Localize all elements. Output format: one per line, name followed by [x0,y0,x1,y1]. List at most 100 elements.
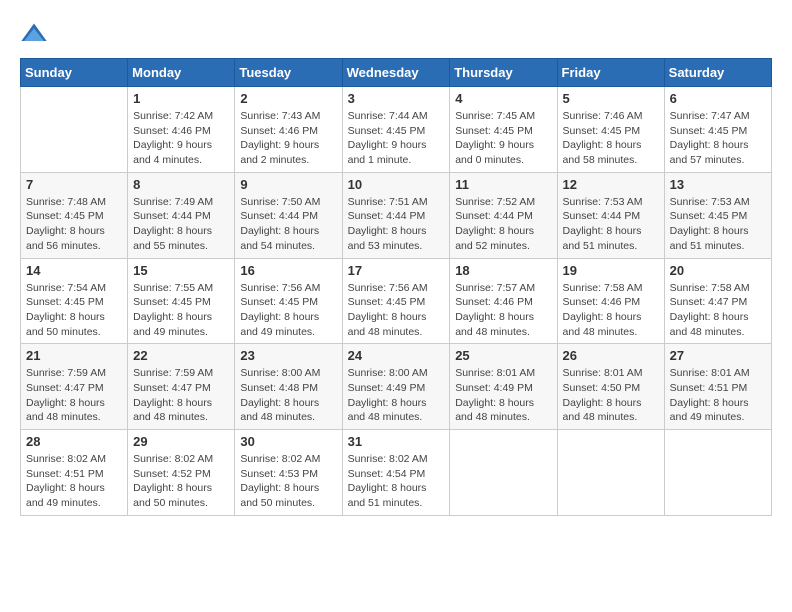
day-number: 4 [455,91,551,106]
logo [20,20,52,48]
day-number: 8 [133,177,229,192]
calendar-cell: 31 Sunrise: 8:02 AMSunset: 4:54 PMDayligh… [342,430,450,516]
calendar-cell: 6 Sunrise: 7:47 AMSunset: 4:45 PMDaylight… [664,87,771,173]
weekday-header-sunday: Sunday [21,59,128,87]
calendar-body: 1 Sunrise: 7:42 AMSunset: 4:46 PMDaylight… [21,87,772,516]
calendar-cell [664,430,771,516]
calendar-cell: 9Sunrise: 7:50 AMSunset: 4:44 PMDaylight… [235,172,342,258]
calendar-cell: 17 Sunrise: 7:56 AMSunset: 4:45 PMDayligh… [342,258,450,344]
day-number: 1 [133,91,229,106]
calendar-cell [21,87,128,173]
weekday-header-friday: Friday [557,59,664,87]
day-info: Sunrise: 7:52 AMSunset: 4:44 PMDaylight:… [455,195,551,254]
day-number: 20 [670,263,766,278]
calendar: SundayMondayTuesdayWednesdayThursdayFrid… [20,58,772,516]
day-number: 3 [348,91,445,106]
day-number: 5 [563,91,659,106]
day-number: 21 [26,348,122,363]
day-info: Sunrise: 7:58 AMSunset: 4:47 PMDaylight:… [670,281,766,340]
calendar-cell: 21 Sunrise: 7:59 AMSunset: 4:47 PMDayligh… [21,344,128,430]
calendar-cell: 1 Sunrise: 7:42 AMSunset: 4:46 PMDaylight… [128,87,235,173]
day-number: 19 [563,263,659,278]
calendar-cell: 10 Sunrise: 7:51 AMSunset: 4:44 PMDayligh… [342,172,450,258]
calendar-cell: 22 Sunrise: 7:59 AMSunset: 4:47 PMDayligh… [128,344,235,430]
calendar-cell: 2Sunrise: 7:43 AMSunset: 4:46 PMDaylight… [235,87,342,173]
day-info: Sunrise: 8:02 AMSunset: 4:51 PMDaylight:… [26,452,122,511]
day-info: Sunrise: 7:53 AMSunset: 4:44 PMDaylight:… [563,195,659,254]
calendar-cell: 14 Sunrise: 7:54 AMSunset: 4:45 PMDayligh… [21,258,128,344]
calendar-cell: 23 Sunrise: 8:00 AMSunset: 4:48 PMDayligh… [235,344,342,430]
day-info: Sunrise: 7:59 AMSunset: 4:47 PMDaylight:… [26,366,122,425]
calendar-cell: 30Sunrise: 8:02 AMSunset: 4:53 PMDayligh… [235,430,342,516]
calendar-week-2: 7 Sunrise: 7:48 AMSunset: 4:45 PMDaylight… [21,172,772,258]
day-info: Sunrise: 8:01 AMSunset: 4:49 PMDaylight:… [455,366,551,425]
day-info: Sunrise: 7:51 AMSunset: 4:44 PMDaylight:… [348,195,445,254]
day-info: Sunrise: 7:55 AMSunset: 4:45 PMDaylight:… [133,281,229,340]
weekday-header-monday: Monday [128,59,235,87]
day-info: Sunrise: 7:45 AMSunset: 4:45 PMDaylight:… [455,109,551,168]
day-info: Sunrise: 8:02 AMSunset: 4:54 PMDaylight:… [348,452,445,511]
day-number: 6 [670,91,766,106]
day-number: 7 [26,177,122,192]
calendar-cell: 19 Sunrise: 7:58 AMSunset: 4:46 PMDayligh… [557,258,664,344]
day-number: 15 [133,263,229,278]
calendar-cell: 26Sunrise: 8:01 AMSunset: 4:50 PMDayligh… [557,344,664,430]
weekday-header-tuesday: Tuesday [235,59,342,87]
calendar-cell: 18Sunrise: 7:57 AMSunset: 4:46 PMDayligh… [450,258,557,344]
day-info: Sunrise: 7:58 AMSunset: 4:46 PMDaylight:… [563,281,659,340]
day-info: Sunrise: 8:01 AMSunset: 4:50 PMDaylight:… [563,366,659,425]
day-info: Sunrise: 7:43 AMSunset: 4:46 PMDaylight:… [240,109,336,168]
calendar-cell: 16 Sunrise: 7:56 AMSunset: 4:45 PMDayligh… [235,258,342,344]
day-number: 12 [563,177,659,192]
calendar-header: SundayMondayTuesdayWednesdayThursdayFrid… [21,59,772,87]
day-number: 18 [455,263,551,278]
day-number: 31 [348,434,445,449]
day-info: Sunrise: 8:00 AMSunset: 4:48 PMDaylight:… [240,366,336,425]
calendar-cell: 13Sunrise: 7:53 AMSunset: 4:45 PMDayligh… [664,172,771,258]
calendar-week-4: 21 Sunrise: 7:59 AMSunset: 4:47 PMDayligh… [21,344,772,430]
day-number: 24 [348,348,445,363]
day-info: Sunrise: 7:48 AMSunset: 4:45 PMDaylight:… [26,195,122,254]
calendar-cell [557,430,664,516]
day-info: Sunrise: 7:46 AMSunset: 4:45 PMDaylight:… [563,109,659,168]
calendar-cell: 12 Sunrise: 7:53 AMSunset: 4:44 PMDayligh… [557,172,664,258]
day-number: 28 [26,434,122,449]
day-info: Sunrise: 7:53 AMSunset: 4:45 PMDaylight:… [670,195,766,254]
day-number: 16 [240,263,336,278]
day-info: Sunrise: 8:02 AMSunset: 4:53 PMDaylight:… [240,452,336,511]
day-info: Sunrise: 7:50 AMSunset: 4:44 PMDaylight:… [240,195,336,254]
day-number: 22 [133,348,229,363]
calendar-week-3: 14 Sunrise: 7:54 AMSunset: 4:45 PMDayligh… [21,258,772,344]
calendar-cell: 29 Sunrise: 8:02 AMSunset: 4:52 PMDayligh… [128,430,235,516]
calendar-cell: 15 Sunrise: 7:55 AMSunset: 4:45 PMDayligh… [128,258,235,344]
day-number: 14 [26,263,122,278]
day-info: Sunrise: 7:59 AMSunset: 4:47 PMDaylight:… [133,366,229,425]
day-number: 17 [348,263,445,278]
day-info: Sunrise: 7:56 AMSunset: 4:45 PMDaylight:… [348,281,445,340]
calendar-cell: 25 Sunrise: 8:01 AMSunset: 4:49 PMDayligh… [450,344,557,430]
weekday-header-row: SundayMondayTuesdayWednesdayThursdayFrid… [21,59,772,87]
header [20,20,772,48]
calendar-cell: 5 Sunrise: 7:46 AMSunset: 4:45 PMDaylight… [557,87,664,173]
calendar-cell: 3 Sunrise: 7:44 AMSunset: 4:45 PMDaylight… [342,87,450,173]
calendar-cell: 11 Sunrise: 7:52 AMSunset: 4:44 PMDayligh… [450,172,557,258]
day-info: Sunrise: 7:49 AMSunset: 4:44 PMDaylight:… [133,195,229,254]
day-info: Sunrise: 7:56 AMSunset: 4:45 PMDaylight:… [240,281,336,340]
day-number: 29 [133,434,229,449]
day-info: Sunrise: 8:00 AMSunset: 4:49 PMDaylight:… [348,366,445,425]
day-number: 25 [455,348,551,363]
day-info: Sunrise: 7:54 AMSunset: 4:45 PMDaylight:… [26,281,122,340]
calendar-cell: 24 Sunrise: 8:00 AMSunset: 4:49 PMDayligh… [342,344,450,430]
day-number: 11 [455,177,551,192]
day-info: Sunrise: 8:02 AMSunset: 4:52 PMDaylight:… [133,452,229,511]
day-info: Sunrise: 7:44 AMSunset: 4:45 PMDaylight:… [348,109,445,168]
calendar-cell: 8 Sunrise: 7:49 AMSunset: 4:44 PMDaylight… [128,172,235,258]
day-info: Sunrise: 7:42 AMSunset: 4:46 PMDaylight:… [133,109,229,168]
calendar-cell: 7 Sunrise: 7:48 AMSunset: 4:45 PMDaylight… [21,172,128,258]
day-number: 23 [240,348,336,363]
calendar-cell: 27Sunrise: 8:01 AMSunset: 4:51 PMDayligh… [664,344,771,430]
day-number: 10 [348,177,445,192]
day-info: Sunrise: 7:47 AMSunset: 4:45 PMDaylight:… [670,109,766,168]
day-info: Sunrise: 8:01 AMSunset: 4:51 PMDaylight:… [670,366,766,425]
calendar-week-1: 1 Sunrise: 7:42 AMSunset: 4:46 PMDaylight… [21,87,772,173]
